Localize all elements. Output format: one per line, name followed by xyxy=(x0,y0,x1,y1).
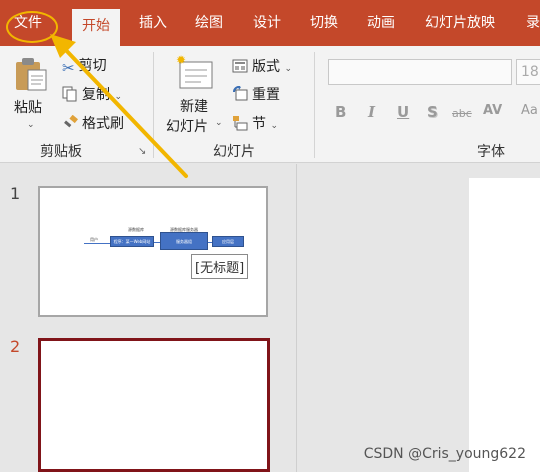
character-spacing-button[interactable]: AV xyxy=(483,103,502,118)
section-button[interactable]: 节 ⌄ xyxy=(232,113,278,133)
section-chevron-icon[interactable]: ⌄ xyxy=(270,121,278,131)
format-painter-button[interactable]: 格式刷 xyxy=(62,113,124,133)
slide-thumbnail-pane[interactable]: 1 源数据库 源数据库服务器 用户 程序：某一Web网站 服务器组 应用层 [无… xyxy=(0,164,296,472)
cut-label: 剪切 xyxy=(78,58,107,74)
slide-title-tooltip: [无标题] xyxy=(191,254,249,279)
mini-box-web: 程序：某一Web网站 xyxy=(110,236,154,247)
slide-number-2: 2 xyxy=(10,337,21,356)
copy-chevron-icon[interactable]: ⌄ xyxy=(114,92,122,102)
mini-box-servers: 服务器组 xyxy=(160,232,208,250)
underline-button[interactable]: U xyxy=(397,103,409,121)
section-label: 节 xyxy=(252,116,266,132)
group-separator xyxy=(314,52,315,158)
reset-label: 重置 xyxy=(252,87,280,103)
bold-button[interactable]: B xyxy=(335,103,346,121)
tab-insert[interactable]: 插入 xyxy=(139,12,167,34)
group-separator xyxy=(153,52,154,158)
watermark-text: CSDN @Cris_young622 xyxy=(363,446,526,462)
tab-design[interactable]: 设计 xyxy=(253,12,281,34)
slide-thumbnail-2[interactable] xyxy=(38,338,270,472)
layout-chevron-icon[interactable]: ⌄ xyxy=(284,64,292,74)
format-painter-label: 格式刷 xyxy=(82,116,124,132)
paste-icon xyxy=(16,58,47,91)
svg-text:✹: ✹ xyxy=(176,54,186,67)
paintbrush-icon xyxy=(64,115,78,128)
tab-transitions[interactable]: 切换 xyxy=(310,12,338,34)
slide-canvas[interactable] xyxy=(469,178,540,472)
copy-label: 复制 xyxy=(82,87,110,103)
layout-button[interactable]: 版式 ⌄ xyxy=(232,56,292,76)
paste-chevron-icon[interactable]: ⌄ xyxy=(27,120,35,130)
paste-label: 粘贴 xyxy=(14,100,42,116)
slide-number-1: 1 xyxy=(10,184,21,203)
font-name-combobox[interactable] xyxy=(328,59,512,85)
tab-home[interactable]: 开始 xyxy=(72,9,120,46)
font-size-combobox[interactable]: 18 xyxy=(516,59,540,85)
scissors-icon: ✂ xyxy=(62,59,75,77)
tab-animations[interactable]: 动画 xyxy=(367,12,395,34)
new-slide-icon: ✹ xyxy=(176,54,213,89)
tab-file[interactable]: 文件 xyxy=(14,12,42,34)
mini-box-app: 应用层 xyxy=(212,236,244,247)
clipboard-group-label: 剪贴板 xyxy=(40,144,82,160)
ribbon-tab-bar: 文件 开始 插入 绘图 设计 切换 动画 幻灯片放映 录 xyxy=(0,0,540,46)
copy-icon xyxy=(62,86,77,102)
tab-draw[interactable]: 绘图 xyxy=(195,12,223,34)
copy-button[interactable]: 复制 ⌄ xyxy=(62,84,122,104)
strikethrough-button[interactable]: abc xyxy=(452,107,472,120)
change-case-button[interactable]: Aa xyxy=(521,103,538,118)
cut-button[interactable]: ✂ 剪切 xyxy=(62,55,107,77)
clipboard-dialog-launcher-icon[interactable]: ↘ xyxy=(138,146,146,157)
slides-group-label: 幻灯片 xyxy=(213,144,255,160)
slide-thumbnail-1[interactable]: 源数据库 源数据库服务器 用户 程序：某一Web网站 服务器组 应用层 xyxy=(38,186,268,317)
slide-editor-area xyxy=(297,164,540,472)
text-shadow-button[interactable]: S xyxy=(427,103,438,121)
section-icon xyxy=(233,116,248,131)
tab-record[interactable]: 录 xyxy=(526,12,540,34)
mini-connector xyxy=(84,243,110,244)
ribbon-home: 粘贴 ⌄ ✂ 剪切 复制 ⌄ 格式刷 剪贴板 ↘ ✹ 新建 幻灯片 ⌄ 版式 ⌄… xyxy=(0,46,540,163)
reset-button[interactable]: 重置 xyxy=(232,84,280,104)
new-slide-label-line2: 幻灯片 xyxy=(166,119,208,135)
layout-label: 版式 xyxy=(252,59,280,75)
italic-button[interactable]: I xyxy=(368,103,375,121)
reset-icon xyxy=(233,86,248,101)
new-slide-label-line1: 新建 xyxy=(180,99,208,115)
font-group-label: 字体 xyxy=(477,144,505,160)
tab-slideshow[interactable]: 幻灯片放映 xyxy=(425,12,495,34)
mini-label-source-db: 源数据库 xyxy=(128,227,144,232)
layout-icon xyxy=(232,59,248,73)
new-slide-chevron-icon[interactable]: ⌄ xyxy=(215,118,223,128)
